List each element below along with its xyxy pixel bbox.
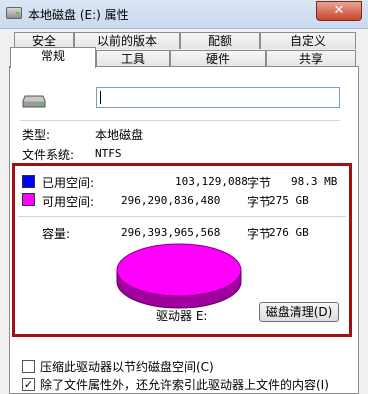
title-bar: 本地磁盘 (E:) 属性 ✕	[0, 0, 368, 29]
free-space-size: 275 GB	[269, 194, 309, 207]
index-checkbox[interactable]: ✓	[22, 378, 35, 391]
free-space-swatch	[22, 193, 35, 206]
disk-cleanup-button[interactable]: 磁盘清理(D)	[259, 302, 339, 322]
type-value: 本地磁盘	[95, 128, 144, 142]
index-label: 除了文件属性外，还允许索引此驱动器上文件的内容(I)	[40, 378, 329, 392]
used-space-swatch	[22, 175, 35, 188]
tab-tools[interactable]: 工具	[96, 50, 170, 67]
compress-label: 压缩此驱动器以节约磁盘空间(C)	[40, 360, 214, 374]
tab-customize[interactable]: 自定义	[260, 32, 356, 49]
filesystem-value: NTFS	[95, 147, 122, 160]
tab-hardware[interactable]: 硬件	[170, 50, 266, 67]
free-space-bytes: 296,290,836,480	[121, 194, 221, 207]
tab-quota[interactable]: 配额	[180, 32, 260, 49]
compress-checkbox[interactable]	[22, 360, 35, 373]
tab-general[interactable]: 常规	[10, 47, 96, 68]
check-mark-icon: ✓	[23, 378, 34, 391]
close-button[interactable]: ✕	[316, 1, 362, 21]
capacity-bytes: 296,393,965,568	[121, 226, 221, 239]
tab-sharing[interactable]: 共享	[266, 50, 356, 67]
used-space-bytes: 103,129,088	[175, 175, 248, 188]
text-caret	[100, 91, 101, 104]
free-space-unit: 字节	[247, 195, 272, 209]
disk-usage-pie	[116, 243, 242, 309]
drive-label: 驱动器 E:	[156, 309, 208, 323]
used-space-size: 98.3 MB	[291, 175, 338, 188]
drive-icon	[6, 7, 22, 19]
capacity-label: 容量:	[42, 227, 71, 241]
free-space-label: 可用空间:	[42, 195, 95, 209]
window-title: 本地磁盘 (E:) 属性	[28, 8, 129, 22]
divider	[20, 120, 340, 121]
capacity-size: 276 GB	[269, 226, 309, 239]
close-icon: ✕	[333, 3, 345, 18]
hard-drive-icon	[22, 95, 46, 108]
used-space-label: 已用空间:	[42, 176, 95, 190]
filesystem-label: 文件系统:	[22, 148, 75, 162]
used-space-unit: 字节	[247, 176, 272, 190]
capacity-unit: 字节	[247, 227, 272, 241]
drive-name-input[interactable]	[96, 87, 340, 108]
type-label: 类型:	[22, 128, 51, 142]
